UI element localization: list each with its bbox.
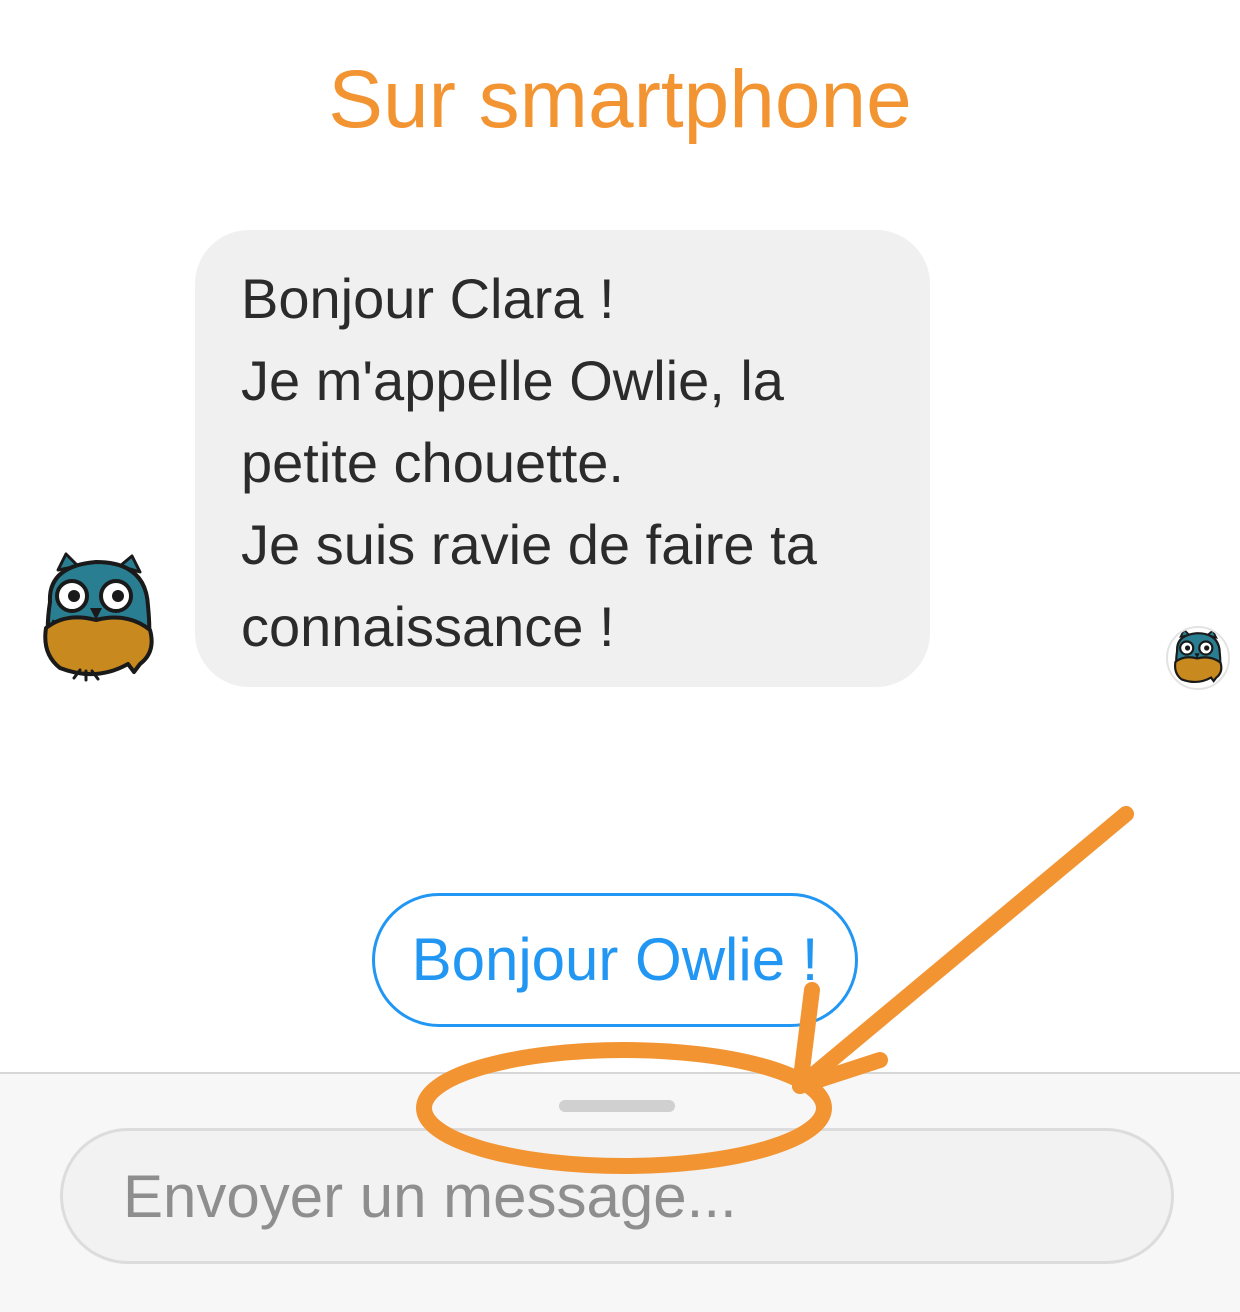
message-line: Je m'appelle Owlie, la: [241, 349, 784, 412]
quick-reply-button[interactable]: Bonjour Owlie !: [372, 893, 858, 1027]
message-composer: [0, 1072, 1240, 1312]
message-line: Bonjour Clara !: [241, 267, 615, 330]
bot-message-bubble: Bonjour Clara ! Je m'appelle Owlie, la p…: [195, 230, 930, 687]
page-title: Sur smartphone: [328, 54, 912, 145]
drag-handle[interactable]: [559, 1100, 675, 1112]
message-line: connaissance !: [241, 595, 615, 658]
owl-icon: [1174, 628, 1223, 683]
message-line: petite chouette.: [241, 431, 624, 494]
read-receipt-avatar: [1166, 626, 1230, 690]
message-input[interactable]: [60, 1128, 1174, 1264]
bot-avatar: [36, 550, 160, 688]
chat-screen: Sur smartphone Bonjour Clara ! Je m'appe…: [0, 0, 1240, 1312]
message-line: Je suis ravie de faire ta: [241, 513, 817, 576]
owl-icon: [43, 552, 154, 682]
